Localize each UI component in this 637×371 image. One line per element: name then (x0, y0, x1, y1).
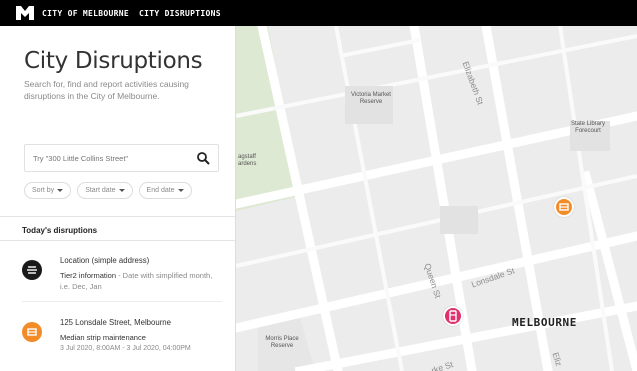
caret-down-icon (57, 189, 64, 192)
location-list-icon (22, 260, 42, 280)
item-tier: Median strip maintenance (60, 333, 146, 342)
sort-by-label: Sort by (32, 187, 55, 194)
item-detail: Median strip maintenance (60, 332, 220, 343)
section-name[interactable]: CITY DISRUPTIONS (139, 9, 221, 18)
side-panel: City Disruptions Search for, find and re… (0, 26, 236, 371)
filter-bar: Sort by Start date End date (24, 182, 198, 199)
disruption-marker-orange[interactable] (554, 197, 574, 217)
item-date-range: 3 Jul 2020, 8:00AM - 3 Jul 2020, 04:00PM (60, 345, 191, 352)
item-tier: Tier2 information (60, 271, 116, 280)
search-input[interactable] (25, 145, 195, 171)
map-label-victoria-market: Victoria Market Reserve (351, 92, 391, 105)
divider (0, 216, 235, 217)
disruption-marker-magenta[interactable] (443, 306, 463, 326)
end-date-label: End date (146, 187, 175, 194)
start-date-dropdown[interactable]: Start date (77, 182, 133, 199)
map-label-flagstaff: agstaff ardens (238, 154, 257, 167)
roadwork-icon (559, 203, 569, 211)
barrier-icon (449, 310, 457, 322)
top-bar: CITY OF MELBOURNE CITY DISRUPTIONS (0, 0, 637, 26)
roadwork-icon (22, 322, 42, 342)
end-date-dropdown[interactable]: End date (138, 182, 192, 199)
start-date-label: Start date (85, 187, 116, 194)
sort-by-dropdown[interactable]: Sort by (24, 182, 72, 199)
search-icon[interactable] (197, 152, 210, 165)
brand-name[interactable]: CITY OF MELBOURNE (42, 9, 129, 18)
page-title: City Disruptions (24, 48, 203, 74)
divider (0, 240, 235, 241)
caret-down-icon (118, 189, 125, 192)
caret-down-icon (177, 189, 184, 192)
search-box (24, 144, 219, 172)
section-title: Today's disruptions (22, 226, 98, 235)
map-label-morris-place: Morris Place Reserve (265, 336, 299, 349)
divider (22, 301, 222, 302)
map-label-melbourne: MELBOURNE (512, 316, 578, 329)
item-title: 125 Lonsdale Street, Melbourne (60, 318, 171, 327)
intro-text: Search for, find and report activities c… (24, 79, 189, 101)
city-of-melbourne-logo-icon[interactable] (16, 6, 34, 20)
map-label-state-library: State Library Forecourt (570, 121, 606, 134)
item-detail: Tier2 information - Date with simplified… (60, 270, 220, 292)
item-title: Location (simple address) (60, 256, 150, 265)
